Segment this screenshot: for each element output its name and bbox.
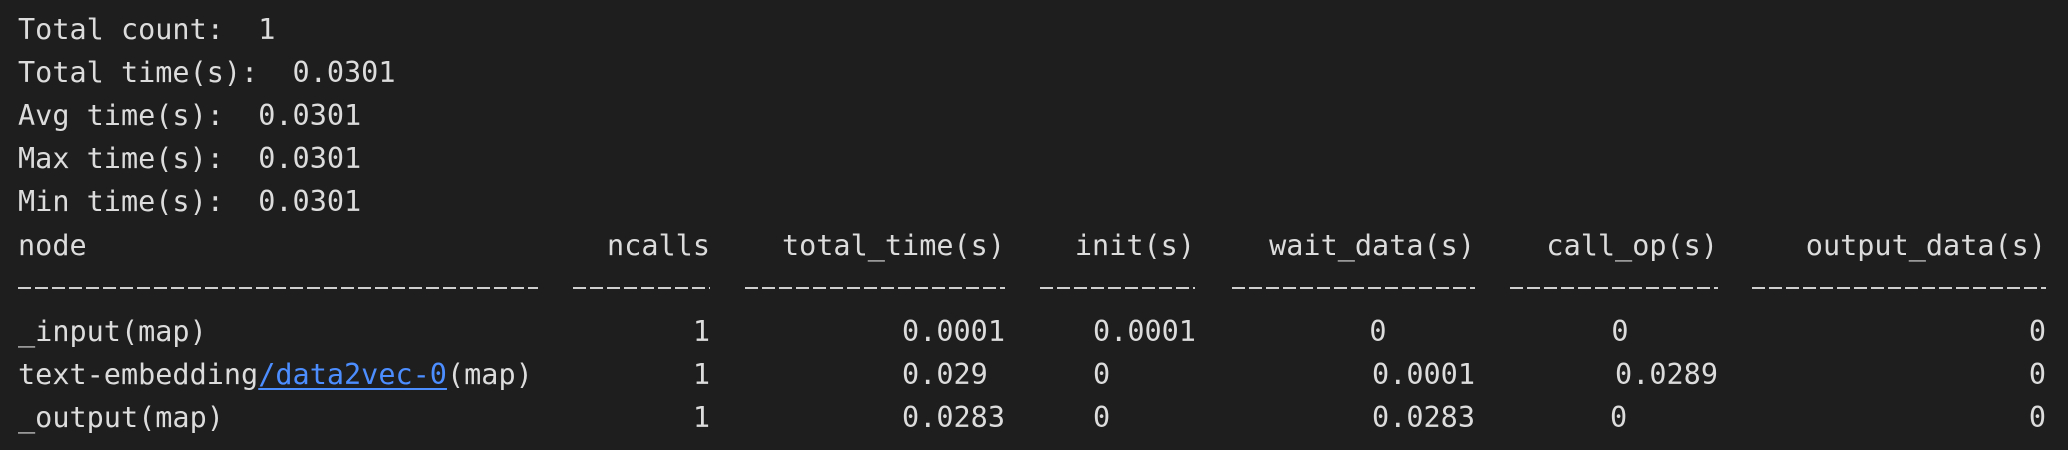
node-link[interactable]: /data2vec-0 [258,358,447,391]
row-ncalls: 1 [692,315,710,348]
row-init: 0.0001 [1093,315,1196,348]
row-node: _output(map) [18,401,224,434]
row-output-data: 0 [2028,315,2046,348]
row-output-data: 0 [2028,401,2046,434]
row-ncalls: 1 [692,401,710,434]
header-ncalls: ncalls [607,229,710,262]
header-init: init(s) [1074,229,1195,262]
row-node: text-embedding/data2vec-0(map) [18,353,533,396]
table-row: _input(map) 1 0.0001 0.0001 0 0 0 [0,310,2068,353]
separator-output-data [1752,287,2046,289]
total-count-value: 1 [258,13,276,46]
separator-ncalls [573,287,710,289]
summary-min-time: Min time(s): 0.0301 [18,180,361,223]
summary-total-time: Total time(s): 0.0301 [18,51,396,94]
separator-node [18,287,538,289]
separator-call-op [1510,287,1718,289]
summary-total-count: Total count: 1 [18,8,275,51]
row-total-time: 0.029 [902,358,988,391]
row-init: 0 [1093,401,1111,434]
row-total-time: 0.0283 [902,401,1005,434]
table-separator [0,287,2068,291]
max-time-label: Max time(s): [18,142,224,175]
row-call-op: 0 [1610,401,1628,434]
min-time-label: Min time(s): [18,185,224,218]
summary-max-time: Max time(s): 0.0301 [18,137,361,180]
row-wait-data: 0.0283 [1372,401,1475,434]
row-total-time: 0.0001 [902,315,1005,348]
total-time-label: Total time(s): [18,56,259,89]
row-call-op: 0.0289 [1615,358,1718,391]
total-count-label: Total count: [18,13,224,46]
separator-total-time [745,287,1005,289]
table-header-row: node ncalls total_time(s) init(s) wait_d… [0,224,2068,267]
avg-time-value: 0.0301 [258,99,362,132]
max-time-value: 0.0301 [258,142,362,175]
header-wait-data: wait_data(s) [1269,229,1475,262]
row-node-suffix: (map) [446,358,533,391]
row-node-prefix: text-embedding [18,358,259,391]
row-wait-data: 0.0001 [1372,358,1475,391]
header-call-op: call_op(s) [1546,229,1718,262]
total-time-value: 0.0301 [292,56,396,89]
header-node: node [18,229,87,262]
separator-init [1040,287,1195,289]
header-total-time: total_time(s) [781,229,1005,262]
row-output-data: 0 [2028,358,2046,391]
separator-wait-data [1232,287,1475,289]
row-wait-data: 0 [1369,315,1387,348]
table-row: text-embedding/data2vec-0(map) 1 0.029 0… [0,353,2068,396]
row-call-op: 0 [1611,315,1629,348]
min-time-value: 0.0301 [258,185,362,218]
row-node: _input(map) [18,315,207,348]
row-ncalls: 1 [692,358,710,391]
table-row: _output(map) 1 0.0283 0 0.0283 0 0 [0,396,2068,439]
summary-avg-time: Avg time(s): 0.0301 [18,94,361,137]
header-output-data: output_data(s) [1805,229,2046,262]
row-init: 0 [1093,358,1111,391]
avg-time-label: Avg time(s): [18,99,224,132]
